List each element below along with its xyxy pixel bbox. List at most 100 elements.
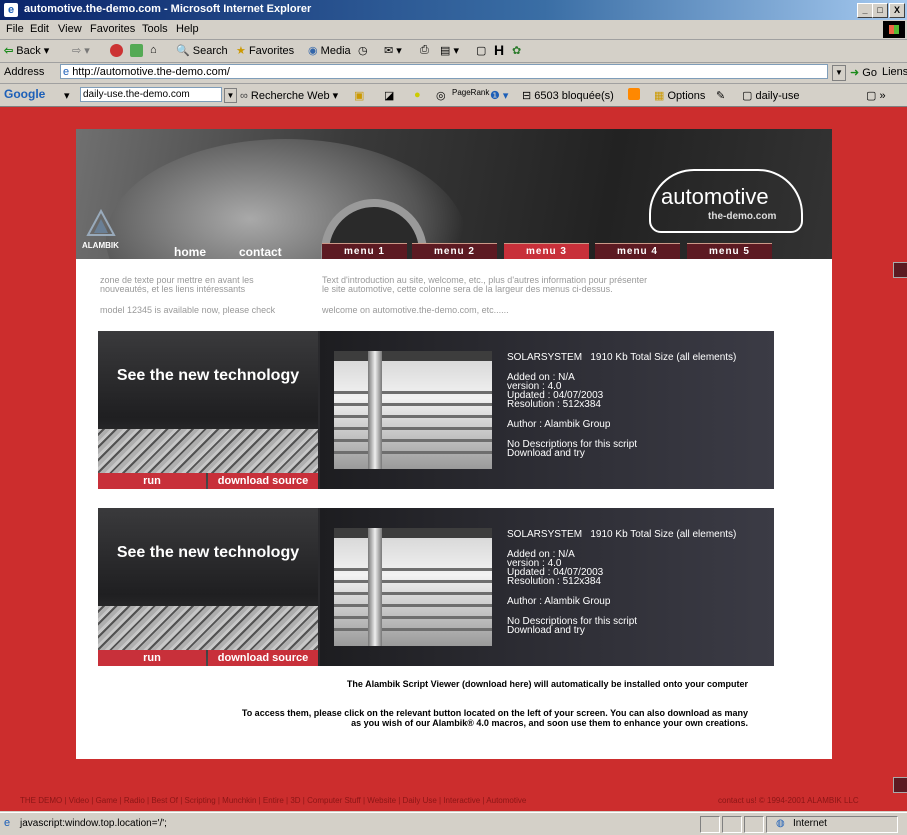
blogger-icon[interactable] xyxy=(628,88,640,100)
download-source-button[interactable]: download source xyxy=(208,473,318,489)
news-text-line-2: nouveautés, et les liens intéressants xyxy=(100,284,246,294)
site-header: automotive the-demo.com ALAMBIK home con… xyxy=(76,129,832,259)
menu-edit[interactable]: Edit xyxy=(30,23,49,35)
highlight-button[interactable]: ● xyxy=(414,89,421,101)
google-query-dropdown[interactable]: ▼ xyxy=(224,88,237,103)
edit-button[interactable]: ▤ ▾ xyxy=(440,44,459,57)
daily-use-label: daily-use xyxy=(755,90,800,102)
script-size: 1910 Kb Total Size (all elements) xyxy=(590,352,737,363)
home-button[interactable]: ⌂ xyxy=(150,44,157,56)
google-search-input[interactable]: daily-use.the-demo.com xyxy=(80,87,222,102)
h-icon[interactable]: H xyxy=(494,42,504,58)
footer-contact-copyright[interactable]: contact us! © 1994-2001 ALAMBIK LLC xyxy=(718,796,859,805)
refresh-icon xyxy=(130,44,143,57)
news-button[interactable]: ◪ xyxy=(384,89,394,102)
print-button[interactable]: ⎙ xyxy=(420,44,429,57)
script-thumbnail[interactable] xyxy=(334,351,492,469)
folder-search-icon: ▣ xyxy=(354,90,365,102)
page-info-button[interactable]: ❶ ▾ xyxy=(490,89,508,102)
site-search-button[interactable]: ▣ xyxy=(354,89,364,102)
history-button[interactable]: ◷ xyxy=(358,44,368,57)
favorites-icon: ★ xyxy=(236,45,246,57)
highlight-icon: ● xyxy=(414,89,421,101)
menu-help[interactable]: Help xyxy=(176,23,199,35)
menu-view[interactable]: View xyxy=(58,23,82,35)
popup-blocker-button[interactable]: ⊟ 6503 bloquée(s) xyxy=(522,89,614,102)
pencil-icon[interactable]: ✎ xyxy=(716,89,725,102)
side-scroll-marker-bottom[interactable] xyxy=(893,777,907,793)
refresh-button[interactable] xyxy=(130,44,143,58)
minimize-button[interactable]: _ xyxy=(857,3,873,18)
address-dropdown-button[interactable]: ▼ xyxy=(832,65,846,81)
intro-section: zone de texte pour mettre en avant les n… xyxy=(76,259,832,327)
search-web-button[interactable]: ∞ Recherche Web ▾ xyxy=(240,89,338,102)
menu-1-button[interactable]: menu 1 xyxy=(322,243,407,259)
discuss-button[interactable]: ▢ xyxy=(476,44,486,57)
site-logo-subtext: the-demo.com xyxy=(708,211,777,222)
model-news-link[interactable]: model 12345 is available now, please che… xyxy=(100,306,275,315)
daily-use-button[interactable]: ▢ daily-use xyxy=(742,89,800,102)
download-instructions: To access them, please click on the rele… xyxy=(76,708,748,728)
overflow-chevron-icon[interactable]: ▢ » xyxy=(866,89,886,102)
download-instructions-line-1: To access them, please click on the rele… xyxy=(241,708,748,718)
script-card: See the new technology run download sour… xyxy=(98,331,774,489)
status-page-icon: e xyxy=(4,817,11,829)
script-name: SOLARSYSTEM 1910 Kb Total Size (all elem… xyxy=(507,530,736,540)
google-menu-arrow-icon[interactable]: ▾ xyxy=(64,89,70,102)
script-name: SOLARSYSTEM 1910 Kb Total Size (all elem… xyxy=(507,353,736,363)
info-icon: ❶ ▾ xyxy=(490,90,509,102)
script-size: 1910 Kb Total Size (all elements) xyxy=(590,529,737,540)
menu-4-button[interactable]: menu 4 xyxy=(595,243,680,259)
back-button[interactable]: ⇦ Back ▾ xyxy=(4,44,49,57)
search-button[interactable]: 🔍 Search xyxy=(176,44,228,57)
menu-favorites[interactable]: Favorites xyxy=(90,23,135,35)
address-input[interactable]: e http://automotive.the-demo.com/ xyxy=(60,64,828,79)
menu-file[interactable]: File xyxy=(6,23,24,35)
internet-explorer-icon: e xyxy=(4,3,18,17)
go-button[interactable]: ➜ Go xyxy=(850,66,877,79)
media-button[interactable]: ◉ Media xyxy=(308,44,351,57)
address-url: http://automotive.the-demo.com/ xyxy=(72,66,230,78)
script-title: SOLARSYSTEM xyxy=(507,352,583,363)
site-logo-text[interactable]: automotive xyxy=(661,184,769,210)
links-label[interactable]: Liens xyxy=(882,66,907,78)
search-icon: 🔍 xyxy=(176,45,190,57)
nav-home-link[interactable]: home xyxy=(174,245,206,259)
favorites-button[interactable]: ★ Favorites xyxy=(236,44,294,57)
forward-button[interactable]: ⇨ ▾ xyxy=(72,44,90,57)
run-button[interactable]: run xyxy=(98,650,206,666)
stop-button[interactable] xyxy=(110,44,123,58)
menu-tools[interactable]: Tools xyxy=(142,23,168,35)
menu-3-button[interactable]: menu 3 xyxy=(504,243,589,259)
options-label: Options xyxy=(667,90,706,102)
google-logo[interactable]: Google xyxy=(4,87,45,101)
options-button[interactable]: ▦ Options xyxy=(654,89,705,102)
script-download-hint: Download and try xyxy=(507,448,585,459)
alambik-label: ALAMBIK xyxy=(82,241,119,250)
script-resolution: Resolution : 512x384 xyxy=(507,399,601,410)
menu-2-button[interactable]: menu 2 xyxy=(412,243,497,259)
search-web-label: Recherche Web xyxy=(250,90,330,102)
pagerank-icon[interactable]: ◎ xyxy=(436,89,446,102)
engine-sketch-image xyxy=(98,429,318,473)
intro-text-line-2: le site automotive, cette colonne sera d… xyxy=(322,284,613,294)
close-button[interactable]: X xyxy=(889,3,905,18)
script-thumbnail[interactable] xyxy=(334,528,492,646)
nav-contact-link[interactable]: contact xyxy=(239,245,282,259)
edit-icon: ▤ ▾ xyxy=(440,45,459,57)
status-cell xyxy=(744,816,764,833)
address-label: Address xyxy=(4,66,45,78)
mail-button[interactable]: ✉ ▾ xyxy=(384,44,402,57)
messenger-icon: ✿ xyxy=(512,45,522,57)
go-label: Go xyxy=(862,67,877,79)
page-icon: e xyxy=(63,66,70,78)
messenger-button[interactable]: ✿ xyxy=(512,44,521,57)
menu-bar: File Edit View Favorites Tools Help xyxy=(0,20,907,40)
menu-5-button[interactable]: menu 5 xyxy=(687,243,772,259)
address-bar: Address e http://automotive.the-demo.com… xyxy=(0,63,907,84)
status-bar: e javascript:window.top.location='/'; ◍ … xyxy=(0,812,907,835)
side-scroll-marker-top[interactable] xyxy=(893,262,907,278)
run-button[interactable]: run xyxy=(98,473,206,489)
maximize-button[interactable]: □ xyxy=(872,3,888,18)
download-source-button[interactable]: download source xyxy=(208,650,318,666)
